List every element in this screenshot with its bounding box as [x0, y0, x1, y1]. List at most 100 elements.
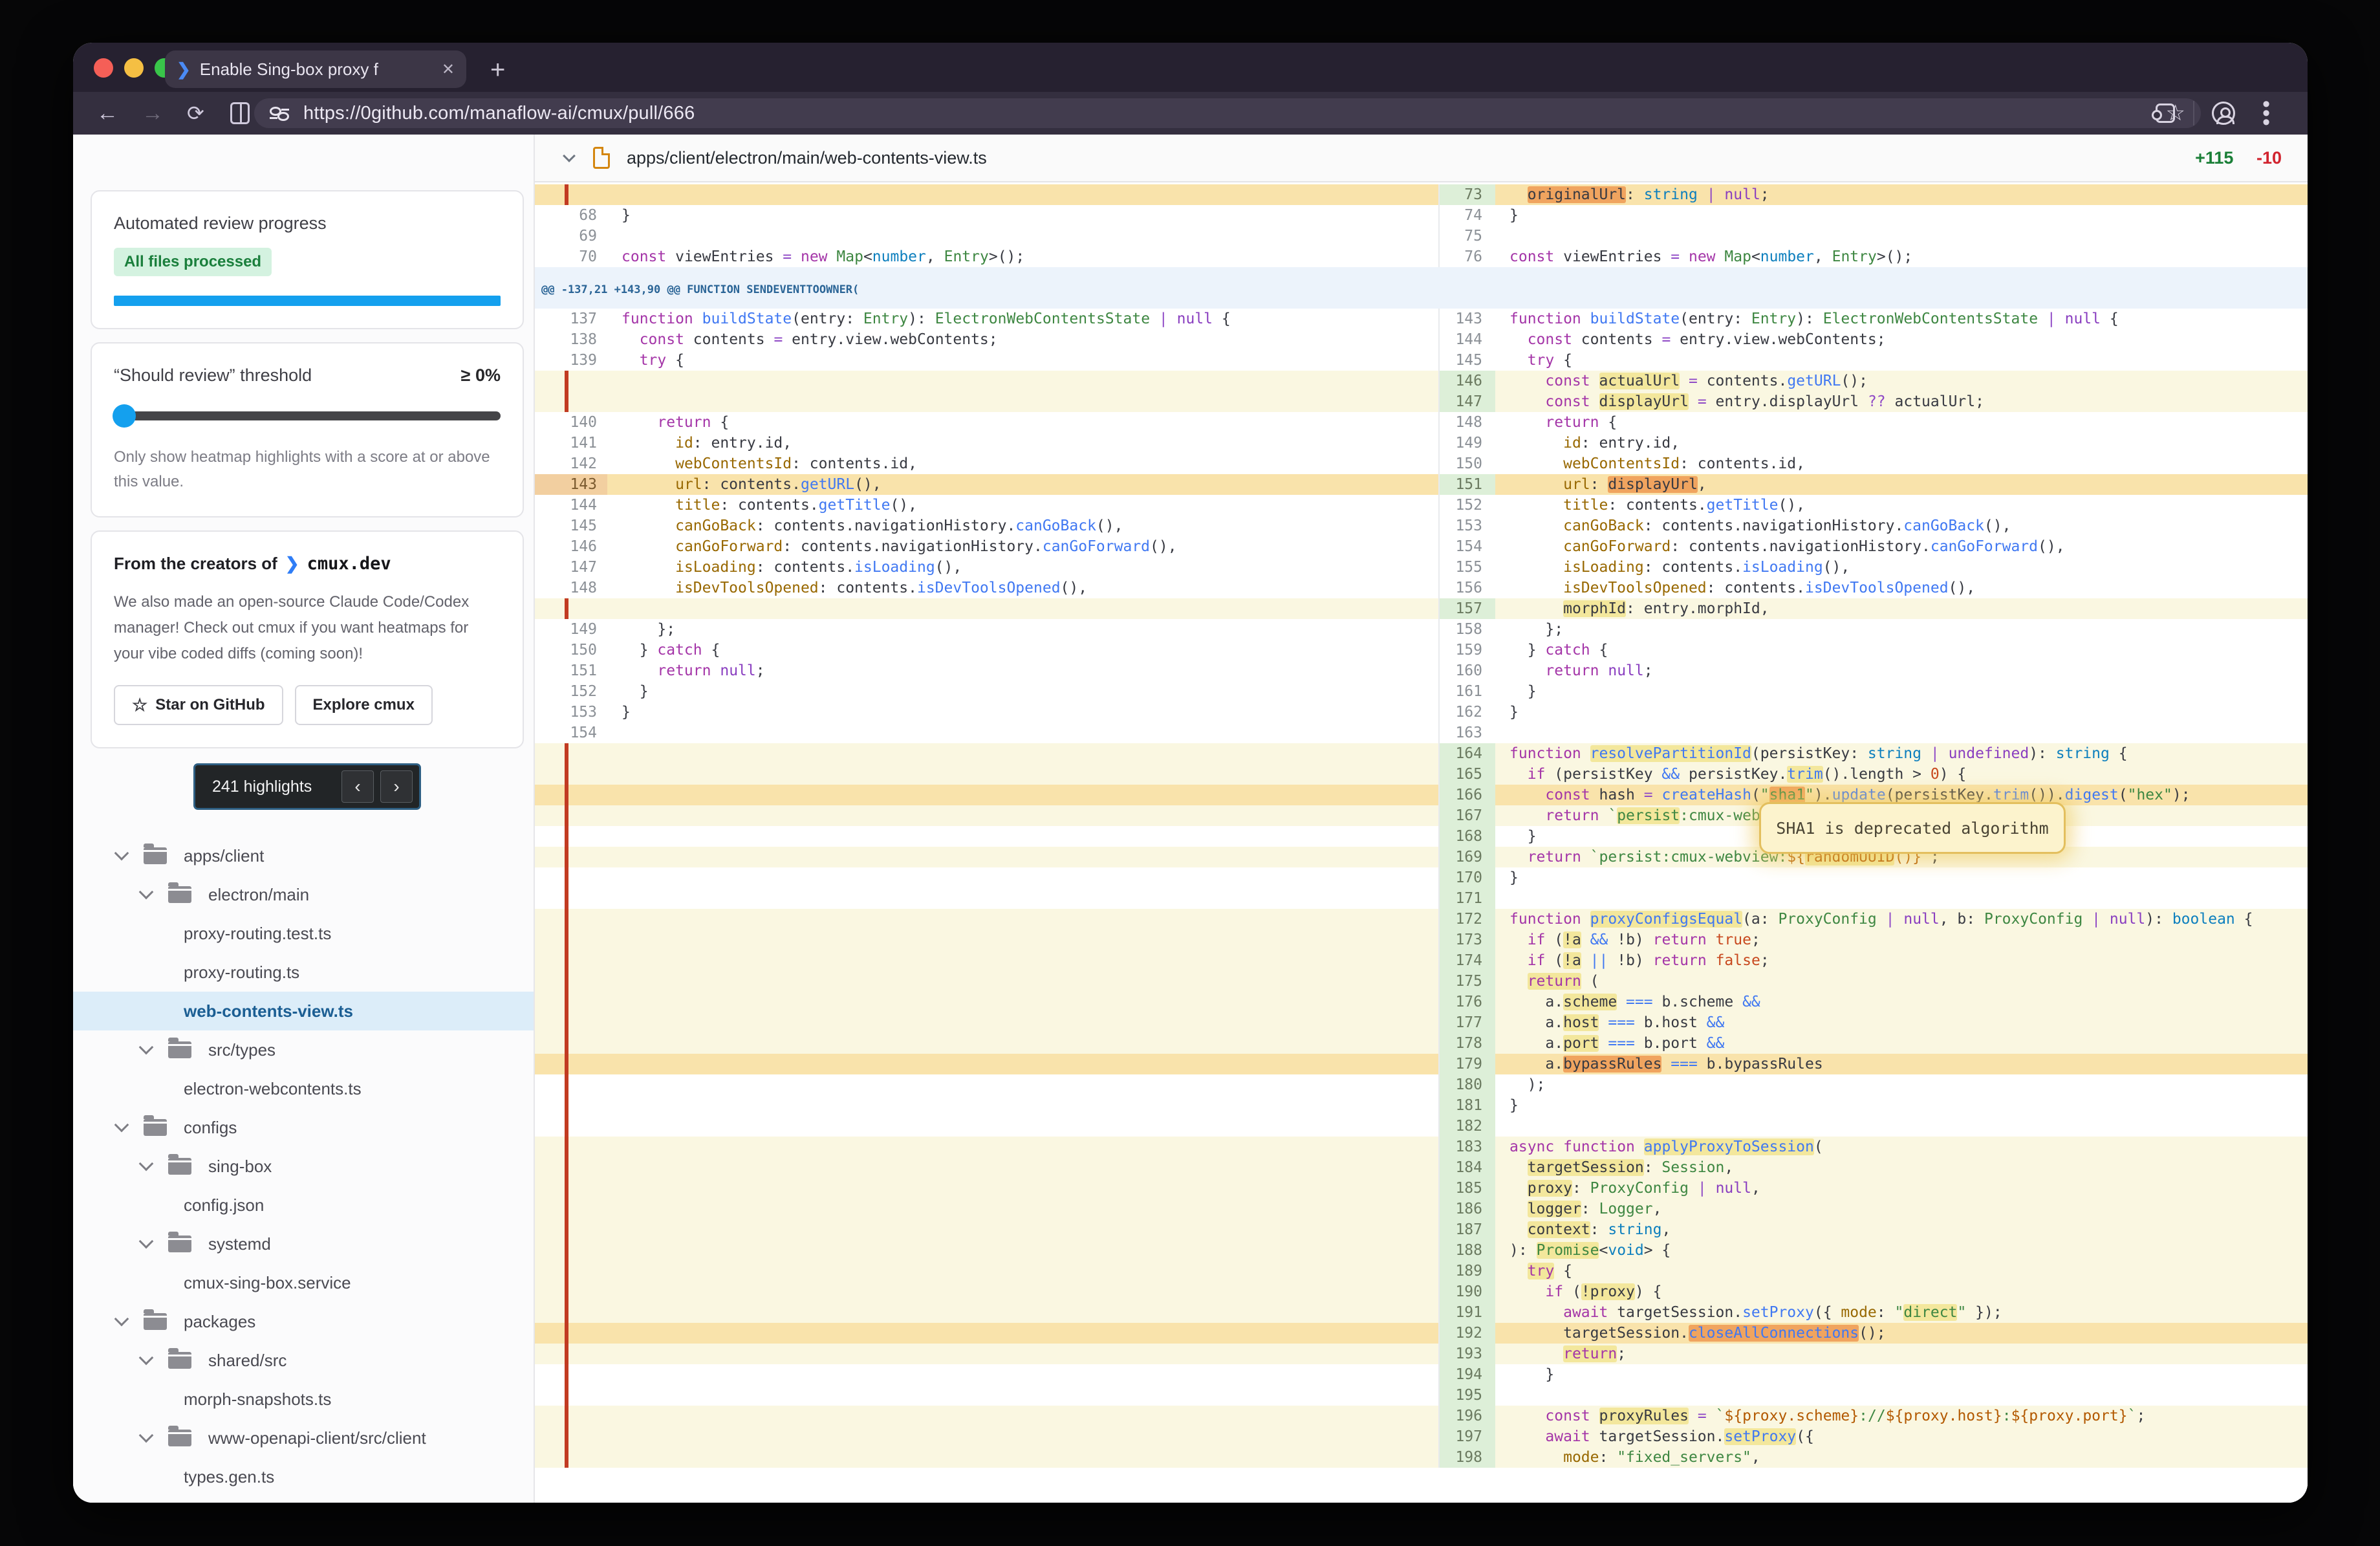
site-settings-icon[interactable]	[270, 105, 289, 121]
diff-row[interactable]: 154163	[535, 723, 2308, 743]
diff-row[interactable]: 138 const contents = entry.view.webConte…	[535, 329, 2308, 350]
diff-row[interactable]: 171	[535, 888, 2308, 909]
diff-row[interactable]: 178 a.port === b.port &&	[535, 1033, 2308, 1054]
diff-row[interactable]: 176 a.scheme === b.scheme &&	[535, 992, 2308, 1012]
diff-row[interactable]: 139 try {145 try {	[535, 350, 2308, 371]
diff-row[interactable]: 164function resolvePartitionId(persistKe…	[535, 743, 2308, 764]
tree-file-cmux-sing-box-service[interactable]: cmux-sing-box.service	[91, 1263, 523, 1302]
chevron-down-icon[interactable]	[139, 1040, 154, 1055]
new-tab-button[interactable]: +	[490, 56, 505, 85]
tree-file-electron-webcontents-ts[interactable]: electron-webcontents.ts	[91, 1069, 523, 1108]
diff-row[interactable]: 153}162}	[535, 702, 2308, 723]
diff-row[interactable]: 174 if (!a || !b) return false;	[535, 950, 2308, 971]
diff-row[interactable]: 165 if (persistKey && persistKey.trim().…	[535, 764, 2308, 785]
diff-row[interactable]: 186 logger: Logger,	[535, 1199, 2308, 1219]
diff-row[interactable]: 184 targetSession: Session,	[535, 1157, 2308, 1178]
diff-row[interactable]: 180 );	[535, 1074, 2308, 1095]
tree-folder-www-openapi-client-src-client[interactable]: www-openapi-client/src/client	[91, 1419, 523, 1457]
diff-row[interactable]: 190 if (!proxy) {	[535, 1281, 2308, 1302]
diff-row[interactable]: 181}	[535, 1095, 2308, 1116]
tree-folder-apps-client[interactable]: apps/client	[91, 836, 523, 875]
tree-folder-electron-main[interactable]: electron/main	[91, 875, 523, 914]
tree-folder-packages[interactable]: packages	[91, 1302, 523, 1341]
diff-row[interactable]: 147 const displayUrl = entry.displayUrl …	[535, 391, 2308, 412]
diff-row[interactable]: 187 context: string,	[535, 1219, 2308, 1240]
diff-row[interactable]: 191 await targetSession.setProxy({ mode:…	[535, 1302, 2308, 1323]
reload-icon[interactable]: ⟳	[187, 101, 204, 125]
explore-cmux-button[interactable]: Explore cmux	[295, 685, 433, 725]
diff-body[interactable]: 73 originalUrl: string | null;68}74}6975…	[535, 182, 2308, 1503]
diff-row[interactable]: 189 try {	[535, 1261, 2308, 1281]
window-controls[interactable]	[94, 58, 174, 78]
tree-file-morph-snapshots-ts[interactable]: morph-snapshots.ts	[91, 1380, 523, 1419]
tree-file-config-json[interactable]: config.json	[91, 1186, 523, 1225]
tree-folder-sing-box[interactable]: sing-box	[91, 1147, 523, 1186]
star-on-github-button[interactable]: ☆ Star on GitHub	[114, 685, 283, 725]
profile-icon[interactable]	[2212, 102, 2235, 125]
diff-row[interactable]: 196 const proxyRules = `${proxy.scheme}:…	[535, 1406, 2308, 1426]
diff-row[interactable]: 144 title: contents.getTitle(),152 title…	[535, 495, 2308, 516]
minimize-window-button[interactable]	[124, 58, 144, 78]
diff-row[interactable]: 70const viewEntries = new Map<number, En…	[535, 246, 2308, 267]
diff-row[interactable]: 172function proxyConfigsEqual(a: ProxyCo…	[535, 909, 2308, 930]
diff-row[interactable]: 140 return {148 return {	[535, 412, 2308, 433]
close-window-button[interactable]	[94, 58, 113, 78]
threshold-slider[interactable]	[114, 411, 501, 420]
diff-row[interactable]: 197 await targetSession.setProxy({	[535, 1426, 2308, 1447]
menu-icon[interactable]: •••	[2262, 100, 2270, 127]
diff-row[interactable]: 145 canGoBack: contents.navigationHistor…	[535, 516, 2308, 536]
diff-row[interactable]: 188): Promise<void> {	[535, 1240, 2308, 1261]
diff-row[interactable]: 175 return (	[535, 971, 2308, 992]
diff-row[interactable]: 170}	[535, 867, 2308, 888]
collapse-file-icon[interactable]	[563, 149, 576, 162]
tree-folder-src-types[interactable]: src/types	[91, 1030, 523, 1069]
diff-row[interactable]: 142 webContentsId: contents.id,150 webCo…	[535, 453, 2308, 474]
tree-file-web-contents-view-ts[interactable]: web-contents-view.ts	[73, 992, 534, 1030]
diff-row[interactable]: 151 return null;160 return null;	[535, 660, 2308, 681]
diff-row[interactable]: 68}74}	[535, 205, 2308, 226]
tree-folder-systemd[interactable]: systemd	[91, 1225, 523, 1263]
next-highlight-button[interactable]: ›	[380, 770, 413, 803]
tree-file-proxy-routing-test-ts[interactable]: proxy-routing.test.ts	[91, 914, 523, 953]
diff-row[interactable]: 194 }	[535, 1364, 2308, 1385]
back-icon[interactable]: ←	[96, 101, 118, 126]
tree-folder-shared-src[interactable]: shared/src	[91, 1341, 523, 1380]
diff-row[interactable]: 6975	[535, 226, 2308, 246]
diff-row[interactable]: 149 };158 };	[535, 619, 2308, 640]
diff-row[interactable]: 152 }161 }	[535, 681, 2308, 702]
sidebar-toggle-icon[interactable]	[230, 102, 250, 124]
diff-row[interactable]: 177 a.host === b.host &&	[535, 1012, 2308, 1033]
chevron-down-icon[interactable]	[139, 1351, 154, 1366]
diff-row[interactable]: 150 } catch {159 } catch {	[535, 640, 2308, 660]
forward-icon[interactable]: →	[142, 101, 164, 126]
diff-row[interactable]: 73 originalUrl: string | null;	[535, 184, 2308, 205]
diff-row[interactable]: 143 url: contents.getURL(),151 url: disp…	[535, 474, 2308, 495]
diff-row[interactable]: 146 canGoForward: contents.navigationHis…	[535, 536, 2308, 557]
diff-row[interactable]: 157 morphId: entry.morphId,	[535, 598, 2308, 619]
address-bar[interactable]: https://0github.com/manaflow-ai/cmux/pul…	[254, 98, 2201, 128]
cmux-brand-link[interactable]: cmux.dev	[307, 554, 391, 574]
diff-row[interactable]: 195	[535, 1385, 2308, 1406]
diff-row[interactable]: 137function buildState(entry: Entry): El…	[535, 309, 2308, 329]
chevron-down-icon[interactable]	[114, 1312, 129, 1327]
tree-file-types-gen-ts[interactable]: types.gen.ts	[91, 1457, 523, 1496]
diff-row[interactable]: 183async function applyProxyToSession(	[535, 1137, 2308, 1157]
diff-row[interactable]: 185 proxy: ProxyConfig | null,	[535, 1178, 2308, 1199]
diff-row[interactable]: 146 const actualUrl = contents.getURL();	[535, 371, 2308, 391]
chevron-down-icon[interactable]	[139, 885, 154, 900]
chevron-down-icon[interactable]	[139, 1157, 154, 1171]
diff-row[interactable]: 193 return;	[535, 1344, 2308, 1364]
chevron-down-icon[interactable]	[139, 1428, 154, 1443]
tree-file-proxy-routing-ts[interactable]: proxy-routing.ts	[91, 953, 523, 992]
diff-row[interactable]: 141 id: entry.id,149 id: entry.id,	[535, 433, 2308, 453]
diff-row[interactable]: 173 if (!a && !b) return true;	[535, 930, 2308, 950]
chevron-down-icon[interactable]	[114, 846, 129, 861]
tree-folder-configs[interactable]: configs	[91, 1108, 523, 1147]
diff-row[interactable]: 198 mode: "fixed_servers",	[535, 1447, 2308, 1468]
prev-highlight-button[interactable]: ‹	[341, 770, 374, 803]
diff-row[interactable]: 148 isDevToolsOpened: contents.isDevTool…	[535, 578, 2308, 598]
chevron-down-icon[interactable]	[114, 1118, 129, 1133]
tab-close-icon[interactable]: ✕	[442, 60, 455, 79]
extensions-icon[interactable]	[2156, 103, 2175, 123]
diff-row[interactable]: 147 isLoading: contents.isLoading(),155 …	[535, 557, 2308, 578]
